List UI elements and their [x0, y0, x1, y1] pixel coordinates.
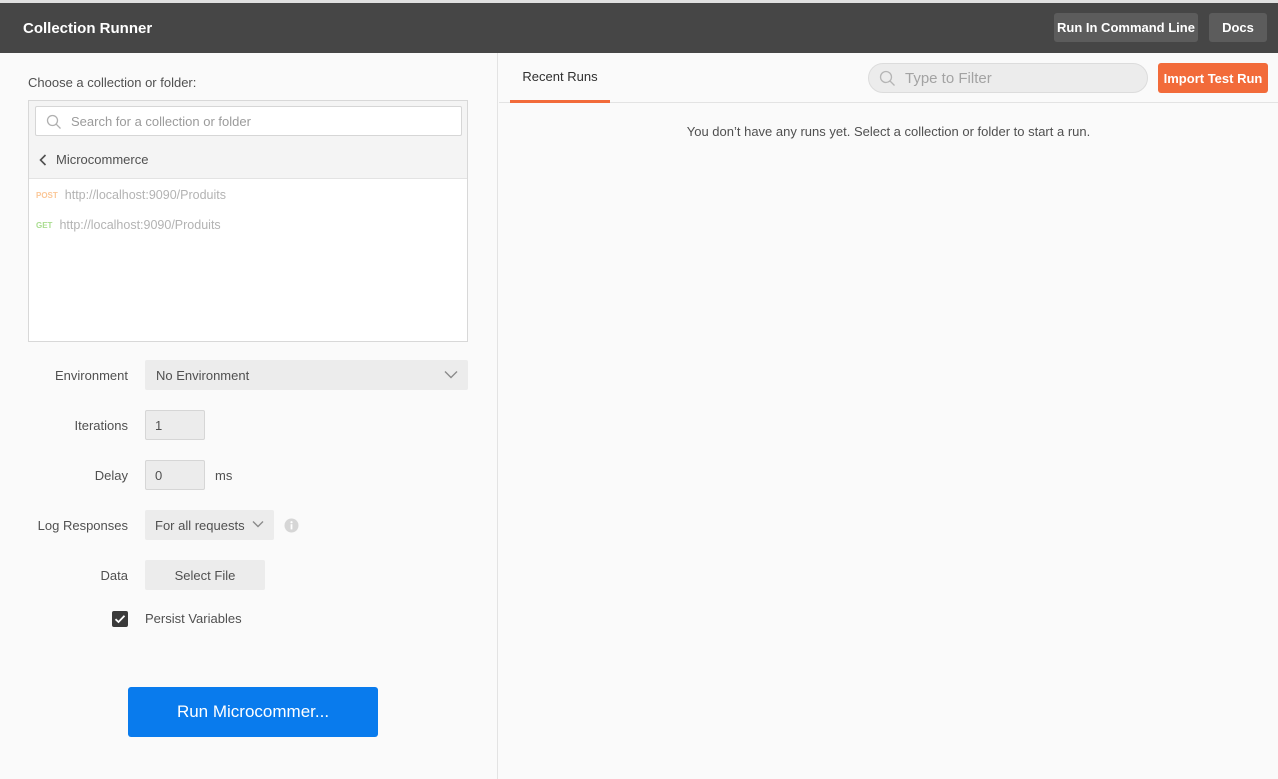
docs-button[interactable]: Docs — [1209, 13, 1267, 42]
persist-variables-label: Persist Variables — [145, 611, 242, 626]
persist-variables-checkbox[interactable] — [112, 611, 128, 627]
request-item[interactable]: POST http://localhost:9090/Produits — [36, 188, 226, 202]
checkmark-icon — [114, 615, 126, 624]
environment-label: Environment — [55, 368, 128, 383]
request-url: http://localhost:9090/Produits — [59, 218, 221, 232]
filter-box[interactable] — [868, 63, 1148, 93]
tab-label: Recent Runs — [522, 69, 598, 84]
breadcrumb-back[interactable]: Microcommerce — [39, 152, 148, 167]
log-responses-label: Log Responses — [37, 518, 128, 533]
delay-input[interactable] — [145, 460, 205, 490]
recent-runs-panel: Recent Runs Import Test Run You don’t ha… — [499, 53, 1278, 779]
recent-runs-header: Recent Runs Import Test Run — [499, 53, 1278, 103]
run-in-command-line-button[interactable]: Run In Command Line — [1054, 13, 1198, 42]
app-title: Collection Runner — [23, 20, 153, 37]
choose-collection-label: Choose a collection or folder: — [28, 75, 197, 90]
select-file-button[interactable]: Select File — [145, 560, 265, 590]
search-icon — [46, 114, 61, 129]
top-bar: Collection Runner Run In Command Line Do… — [0, 0, 1278, 53]
delay-label: Delay — [94, 468, 128, 483]
collection-picker: Microcommerce POST http://localhost:9090… — [28, 100, 468, 342]
breadcrumb-label: Microcommerce — [56, 152, 149, 167]
run-collection-button[interactable]: Run Microcommer... — [128, 687, 378, 737]
iterations-input[interactable] — [145, 410, 205, 440]
request-method: GET — [36, 220, 53, 230]
chevron-down-icon — [444, 371, 458, 379]
search-icon — [879, 70, 895, 86]
iterations-label: Iterations — [74, 418, 128, 433]
delay-unit: ms — [215, 468, 233, 483]
import-test-run-button[interactable]: Import Test Run — [1158, 63, 1268, 93]
environment-select[interactable]: No Environment — [145, 360, 468, 390]
collection-search-box[interactable] — [35, 106, 462, 136]
filter-input[interactable] — [905, 69, 1135, 87]
collection-search-input[interactable] — [71, 112, 451, 130]
log-responses-select[interactable]: For all requests — [145, 510, 274, 540]
data-label: Data — [100, 568, 128, 583]
log-responses-value: For all requests — [155, 517, 245, 533]
runner-config-panel: Choose a collection or folder: Microcomm… — [0, 53, 498, 779]
request-method: POST — [36, 190, 58, 200]
picker-header: Microcommerce — [29, 101, 467, 179]
environment-value: No Environment — [156, 367, 250, 383]
chevron-down-icon — [252, 521, 264, 528]
chevron-left-icon — [39, 153, 47, 166]
request-item[interactable]: GET http://localhost:9090/Produits — [36, 218, 221, 232]
empty-runs-message: You don’t have any runs yet. Select a co… — [686, 124, 1091, 139]
info-icon[interactable] — [284, 518, 299, 533]
tab-recent-runs[interactable]: Recent Runs — [510, 53, 610, 103]
request-url: http://localhost:9090/Produits — [64, 188, 226, 202]
